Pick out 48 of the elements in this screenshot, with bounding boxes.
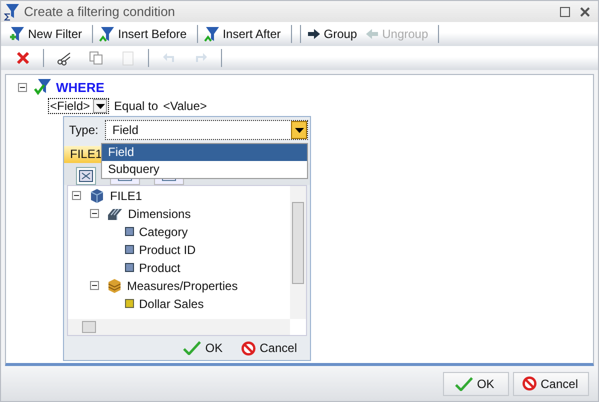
toolbar-button[interactable]: Insert After [202,23,287,45]
funnel-plus-icon [9,26,25,42]
tree-item[interactable]: Measures/Properties [127,278,238,293]
cancel-button[interactable]: Cancel [512,372,589,396]
ok-button[interactable]: OK [176,336,230,360]
tree-item[interactable]: Category [139,224,188,239]
cube-icon [89,188,105,204]
tree-item[interactable]: Product ID [139,242,196,257]
funnel-caret-icon [204,26,220,42]
ok-button[interactable]: OK [442,372,509,396]
cancel-button[interactable]: Cancel [234,336,304,360]
maximize-icon[interactable] [560,6,570,16]
close-icon[interactable] [580,6,590,16]
collapse-icon[interactable] [72,191,84,200]
checkmark-icon [454,376,473,390]
operator-label[interactable]: Equal to [114,99,158,113]
collapse-icon[interactable] [90,281,102,290]
diagram-view-tab[interactable] [76,166,96,185]
toolbar-button[interactable]: Insert Before [97,23,193,45]
tree-item[interactable]: Dollar Sales [139,296,204,311]
checkmark-icon [183,341,202,355]
prohibited-icon [522,376,537,391]
prohibited-icon [240,340,256,356]
tree-item[interactable]: FILE1 [110,188,142,203]
window-title: Create a filtering condition [24,4,176,19]
right-arrow-icon [306,28,321,40]
stacked-boxes-icon [107,278,122,294]
collapse-icon[interactable] [18,82,30,92]
funnel-icon [4,2,20,20]
where-label: WHERE [56,80,104,94]
type-label: Type: [69,123,98,138]
tree-item[interactable]: Dimensions [128,206,191,221]
dropdown-option[interactable]: Field [102,144,307,161]
caret-icon [294,128,304,133]
type-dropdown[interactable]: Field [105,120,308,140]
funnel-caret-icon [99,26,116,42]
value-token[interactable]: <Value> [163,99,207,113]
diagram-icon [79,170,93,182]
toolbar-button[interactable]: New Filter [7,23,88,45]
toolbar-button[interactable]: Group [304,23,364,45]
left-arrow-icon [365,28,380,40]
stacked-cubes-icon [107,206,123,221]
horizontal-scrollbar[interactable] [68,319,290,335]
measure-field-icon [125,299,134,308]
funnel-check-icon [34,78,52,96]
tree-item[interactable]: Product [139,260,180,275]
collapse-icon[interactable] [90,209,102,218]
vertical-scrollbar[interactable] [290,186,306,319]
